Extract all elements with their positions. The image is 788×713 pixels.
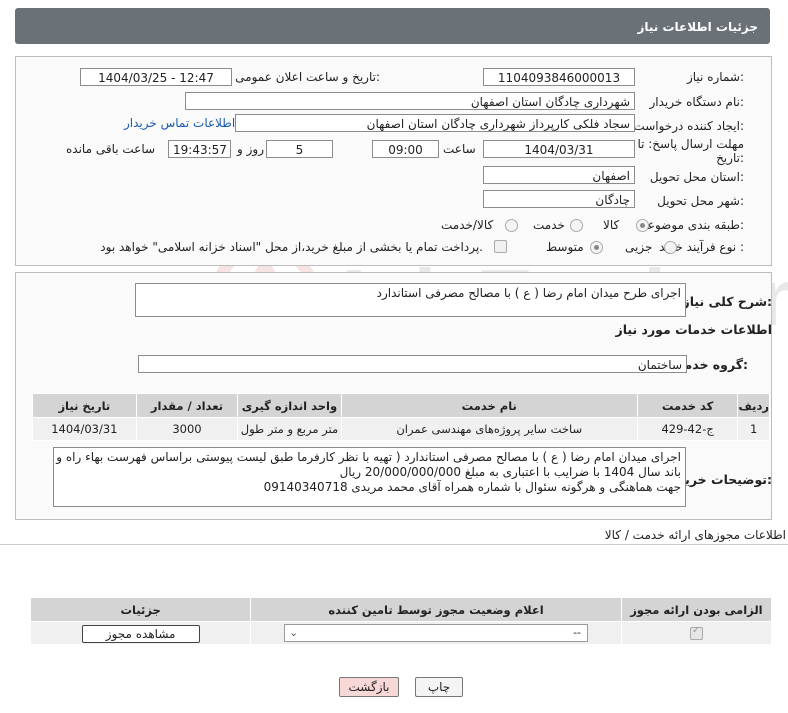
cell-permit-status: ⌄ -- bbox=[250, 621, 622, 645]
page-title: جزئیات اطلاعات نیاز bbox=[637, 20, 758, 34]
deadline-time-field: 09:00 bbox=[372, 140, 439, 158]
process-option-minor: جزیی bbox=[625, 240, 653, 254]
deadline-label-2: تاریخ: bbox=[716, 151, 744, 165]
buyer-notes-textarea[interactable]: اجرای میدان امام رضا ( ع ) با مصالح مصرف… bbox=[53, 447, 686, 507]
process-radio-medium[interactable] bbox=[590, 241, 603, 254]
creator-field: سجاد فلکی کارپرداز شهرداری چادگان استان … bbox=[235, 114, 635, 132]
buyer-org-field: شهرداری چادگان استان اصفهان bbox=[185, 92, 635, 110]
buyer-notes-line-2: باند سال 1404 با ضرایب با اعتباری به مبل… bbox=[339, 465, 681, 479]
need-number-field: 1104093846000013 bbox=[483, 68, 635, 86]
summary-textarea[interactable]: اجرای طرح میدان امام رضا ( ع ) با مصالح … bbox=[135, 283, 686, 317]
col-unit: واحد اندازه گیری bbox=[237, 393, 342, 418]
view-permit-button[interactable]: مشاهده مجوز bbox=[81, 625, 200, 643]
process-option-medium: متوسط bbox=[546, 240, 584, 254]
cell-details: مشاهده مجوز bbox=[29, 621, 252, 645]
category-option-goods-service: کالا/خدمت bbox=[441, 218, 494, 232]
buyer-org-label: نام دستگاه خریدار: bbox=[649, 95, 745, 109]
buyer-notes-line-1: اجرای میدان امام رضا ( ع ) با مصالح مصرف… bbox=[56, 450, 681, 464]
category-radio-service[interactable] bbox=[570, 219, 583, 232]
deadline-label-1: مهلت ارسال پاسخ: تا bbox=[637, 137, 744, 151]
chevron-down-icon: ⌄ bbox=[289, 625, 299, 639]
category-label: طبقه بندی موضوعی: bbox=[637, 218, 744, 232]
print-button[interactable]: چاپ bbox=[415, 677, 463, 697]
remaining-label: ساعت باقی مانده bbox=[66, 142, 156, 156]
city-label: شهر محل تحویل: bbox=[657, 194, 744, 208]
cell-service-name: ساخت سایر پروژه‌های مهندسی عمران bbox=[340, 417, 638, 441]
col-row: ردیف bbox=[737, 393, 770, 418]
creator-label: ایجاد کننده درخواست: bbox=[633, 119, 744, 133]
treasury-payment-note: پرداخت تمام یا بخشی از مبلغ خرید،از محل … bbox=[100, 240, 483, 254]
cell-permit-required: ✓ bbox=[620, 621, 773, 645]
time-label: ساعت bbox=[443, 142, 476, 156]
process-radio-minor[interactable] bbox=[664, 241, 677, 254]
cell-unit: متر مربع و متر طول bbox=[237, 417, 342, 441]
category-option-goods: کالا bbox=[603, 218, 620, 232]
check-icon: ✓ bbox=[691, 625, 701, 636]
days-field: 5 bbox=[266, 140, 333, 158]
city-field: چادگان bbox=[483, 190, 635, 208]
col-details: جزئیات bbox=[29, 597, 252, 622]
cell-service-code: ج-42-429 bbox=[636, 417, 739, 441]
days-label: روز و bbox=[237, 142, 264, 156]
services-title: اطلاعات خدمات مورد نیاز bbox=[615, 322, 773, 337]
permits-title: اطلاعات مجوزهای ارائه خدمت / کالا bbox=[604, 528, 786, 542]
need-number-label: شماره نیاز: bbox=[686, 70, 744, 84]
table-row: مشاهده مجوز ⌄ -- ✓ bbox=[29, 621, 773, 645]
col-service-code: کد خدمت bbox=[636, 393, 739, 418]
buyer-contact-link[interactable]: اطلاعات تماس خریدار bbox=[124, 116, 235, 130]
summary-label: شرح کلی نیاز: bbox=[682, 294, 773, 309]
table-row: 1404/03/31 3000 متر مربع و متر طول ساخت … bbox=[32, 417, 770, 441]
permit-required-checkbox: ✓ bbox=[689, 625, 703, 640]
province-label: استان محل تحویل: bbox=[649, 170, 744, 184]
category-radio-goods-service[interactable] bbox=[505, 219, 518, 232]
deadline-date-field: 1404/03/31 bbox=[483, 140, 635, 158]
col-need-date: تاریخ نیاز bbox=[32, 393, 137, 418]
permit-status-value: -- bbox=[573, 625, 582, 639]
remaining-time-field: 19:43:57 bbox=[168, 140, 231, 158]
back-button[interactable]: بازگشت bbox=[339, 677, 399, 697]
announce-label: تاریخ و ساعت اعلان عمومی: bbox=[235, 70, 380, 84]
permit-status-select[interactable]: ⌄ -- bbox=[284, 623, 589, 642]
col-service-name: نام خدمت bbox=[340, 393, 638, 418]
treasury-payment-checkbox[interactable] bbox=[494, 240, 507, 253]
col-permit-status: اعلام وضعیت مجوز توسط تامین کننده bbox=[250, 597, 622, 622]
buyer-notes-line-3: جهت هماهنگی و هرگونه سئوال با شماره همرا… bbox=[263, 480, 681, 494]
permits-table-header: جزئیات اعلام وضعیت مجوز توسط تامین کننده… bbox=[29, 597, 773, 622]
col-quantity: تعداد / مقدار bbox=[135, 393, 239, 418]
need-info-panel bbox=[15, 56, 772, 266]
page-header: جزئیات اطلاعات نیاز bbox=[15, 8, 770, 44]
permits-divider bbox=[0, 544, 788, 545]
services-table: تاریخ نیاز تعداد / مقدار واحد اندازه گیر… bbox=[32, 393, 770, 441]
category-radio-goods[interactable] bbox=[636, 219, 649, 232]
cell-need-date: 1404/03/31 bbox=[32, 417, 137, 441]
services-table-header: تاریخ نیاز تعداد / مقدار واحد اندازه گیر… bbox=[32, 393, 770, 418]
announce-datetime-field: 1404/03/25 - 12:47 bbox=[80, 68, 232, 86]
permits-table: جزئیات اعلام وضعیت مجوز توسط تامین کننده… bbox=[29, 597, 773, 645]
service-group-field: ساختمان bbox=[138, 355, 687, 373]
cell-quantity: 3000 bbox=[135, 417, 239, 441]
category-option-service: خدمت bbox=[533, 218, 565, 232]
province-field: اصفهان bbox=[483, 166, 635, 184]
col-permit-required: الزامی بودن ارائه مجوز bbox=[620, 597, 773, 622]
cell-row: 1 bbox=[737, 417, 770, 441]
